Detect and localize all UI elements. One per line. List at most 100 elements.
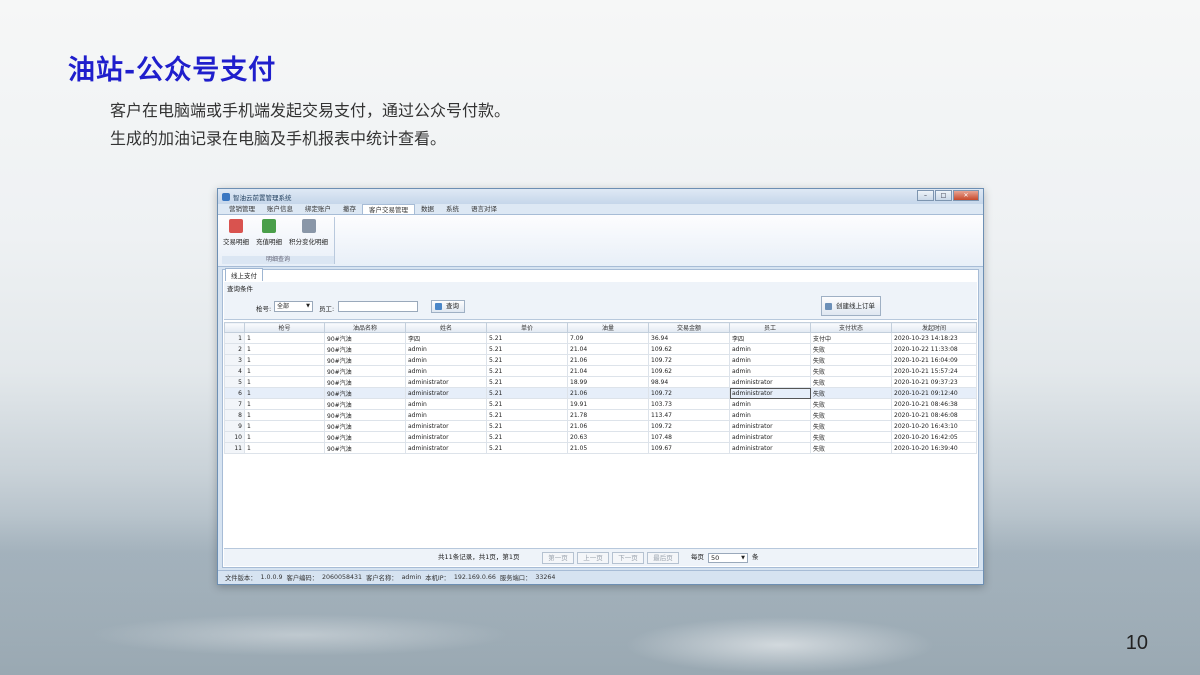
maximize-button[interactable]: □ xyxy=(935,190,952,201)
cell-amount[interactable]: 109.67 xyxy=(648,442,730,454)
cell-volume[interactable]: 19.91 xyxy=(567,398,649,410)
cell-status[interactable]: 失败 xyxy=(810,343,892,355)
cell-status[interactable]: 失败 xyxy=(810,398,892,410)
cell-gun[interactable]: 1 xyxy=(244,354,325,366)
transaction-detail-button[interactable]: 交易明细 xyxy=(223,219,249,246)
cell-time[interactable]: 2020-10-21 09:37:23 xyxy=(891,376,977,388)
recharge-detail-button[interactable]: 充值明细 xyxy=(256,219,282,246)
cell-oil[interactable]: 90#汽油 xyxy=(324,420,406,432)
column-header-status[interactable]: 支付状态 xyxy=(810,322,892,333)
cell-staff[interactable]: 李四 xyxy=(729,332,811,344)
cell-oil[interactable]: 90#汽油 xyxy=(324,409,406,421)
tab-bind-account[interactable]: 绑定账户 xyxy=(299,204,337,214)
cell-staff[interactable]: administrator xyxy=(729,442,811,454)
cell-amount[interactable]: 103.73 xyxy=(648,398,730,410)
row-number[interactable]: 9 xyxy=(224,420,245,432)
tab-marketing[interactable]: 营销管理 xyxy=(223,204,261,214)
row-number[interactable]: 3 xyxy=(224,354,245,366)
table-row[interactable]: 11 1 90#汽油 administrator 5.21 21.05 109.67 admi… xyxy=(224,442,977,454)
tab-system[interactable]: 系统 xyxy=(440,204,465,214)
row-number[interactable]: 6 xyxy=(224,387,245,399)
row-number[interactable]: 7 xyxy=(224,398,245,410)
tab-withdraw[interactable]: 撤存 xyxy=(337,204,362,214)
per-page-select[interactable]: 50 ▼ xyxy=(708,553,748,563)
cell-price[interactable]: 5.21 xyxy=(486,420,568,432)
cell-volume[interactable]: 21.04 xyxy=(567,365,649,377)
tab-language[interactable]: 语言对译 xyxy=(465,204,503,214)
next-page-button[interactable]: 下一页 xyxy=(612,552,644,564)
cell-staff[interactable]: admin xyxy=(729,354,811,366)
staff-input[interactable] xyxy=(338,301,418,312)
cell-staff[interactable]: admin xyxy=(729,365,811,377)
table-row[interactable]: 8 1 90#汽油 admin 5.21 21.78 113.47 admin 失败 2020-1… xyxy=(224,409,977,421)
cell-time[interactable]: 2020-10-21 16:04:09 xyxy=(891,354,977,366)
cell-time[interactable]: 2020-10-22 11:33:08 xyxy=(891,343,977,355)
points-detail-button[interactable]: 积分变化明细 xyxy=(289,219,328,246)
cell-name[interactable]: admin xyxy=(405,354,487,366)
create-online-order-button[interactable]: 创建线上订单 xyxy=(821,296,881,316)
title-bar[interactable]: 智油云前置管理系统 – □ ✕ xyxy=(218,189,983,204)
row-number[interactable]: 1 xyxy=(224,332,245,344)
cell-volume[interactable]: 21.06 xyxy=(567,420,649,432)
cell-oil[interactable]: 90#汽油 xyxy=(324,442,406,454)
cell-name[interactable]: admin xyxy=(405,398,487,410)
column-header-staff[interactable]: 员工 xyxy=(729,322,811,333)
table-row[interactable]: 5 1 90#汽油 administrator 5.21 18.99 98.94 admini… xyxy=(224,376,977,388)
cell-name[interactable]: administrator xyxy=(405,387,487,399)
gun-select[interactable]: 全部 ▼ xyxy=(274,301,313,312)
cell-oil[interactable]: 90#汽油 xyxy=(324,376,406,388)
cell-amount[interactable]: 109.62 xyxy=(648,343,730,355)
cell-time[interactable]: 2020-10-20 16:39:40 xyxy=(891,442,977,454)
cell-name[interactable]: administrator xyxy=(405,420,487,432)
cell-status[interactable]: 支付中 xyxy=(810,332,892,344)
table-row[interactable]: 3 1 90#汽油 admin 5.21 21.06 109.72 admin 失败 2020-1… xyxy=(224,354,977,366)
column-header-oil[interactable]: 油品名称 xyxy=(324,322,406,333)
table-row[interactable]: 9 1 90#汽油 administrator 5.21 21.06 109.72 admin… xyxy=(224,420,977,432)
cell-oil[interactable]: 90#汽油 xyxy=(324,343,406,355)
table-row[interactable]: 4 1 90#汽油 admin 5.21 21.04 109.62 admin 失败 2020-1… xyxy=(224,365,977,377)
cell-staff[interactable]: administrator xyxy=(729,387,811,399)
cell-oil[interactable]: 90#汽油 xyxy=(324,398,406,410)
cell-gun[interactable]: 1 xyxy=(244,398,325,410)
cell-name[interactable]: admin xyxy=(405,409,487,421)
cell-volume[interactable]: 21.06 xyxy=(567,354,649,366)
cell-volume[interactable]: 20.63 xyxy=(567,431,649,443)
cell-amount[interactable]: 109.72 xyxy=(648,420,730,432)
cell-oil[interactable]: 90#汽油 xyxy=(324,365,406,377)
cell-name[interactable]: administrator xyxy=(405,442,487,454)
cell-time[interactable]: 2020-10-21 08:46:08 xyxy=(891,409,977,421)
close-button[interactable]: ✕ xyxy=(953,190,979,201)
cell-name[interactable]: admin xyxy=(405,343,487,355)
cell-volume[interactable]: 21.06 xyxy=(567,387,649,399)
cell-time[interactable]: 2020-10-23 14:18:23 xyxy=(891,332,977,344)
cell-amount[interactable]: 113.47 xyxy=(648,409,730,421)
cell-gun[interactable]: 1 xyxy=(244,376,325,388)
cell-staff[interactable]: admin xyxy=(729,343,811,355)
table-row[interactable]: 6 1 90#汽油 administrator 5.21 21.06 109.72 admin… xyxy=(224,387,977,399)
doc-tab-online-payment[interactable]: 线上支付 xyxy=(225,268,263,281)
column-header-gun[interactable]: 枪号 xyxy=(244,322,325,333)
cell-price[interactable]: 5.21 xyxy=(486,387,568,399)
table-row[interactable]: 2 1 90#汽油 admin 5.21 21.04 109.62 admin 失败 2020-1… xyxy=(224,343,977,355)
cell-gun[interactable]: 1 xyxy=(244,332,325,344)
cell-price[interactable]: 5.21 xyxy=(486,365,568,377)
column-header-volume[interactable]: 油量 xyxy=(567,322,649,333)
cell-volume[interactable]: 7.09 xyxy=(567,332,649,344)
cell-oil[interactable]: 90#汽油 xyxy=(324,431,406,443)
cell-gun[interactable]: 1 xyxy=(244,387,325,399)
cell-price[interactable]: 5.21 xyxy=(486,431,568,443)
cell-oil[interactable]: 90#汽油 xyxy=(324,354,406,366)
cell-price[interactable]: 5.21 xyxy=(486,343,568,355)
cell-gun[interactable]: 1 xyxy=(244,420,325,432)
column-header-amount[interactable]: 交易金额 xyxy=(648,322,730,333)
cell-status[interactable]: 失败 xyxy=(810,365,892,377)
column-header-time[interactable]: 发起时间 xyxy=(891,322,977,333)
cell-amount[interactable]: 109.72 xyxy=(648,354,730,366)
cell-volume[interactable]: 18.99 xyxy=(567,376,649,388)
cell-time[interactable]: 2020-10-21 15:57:24 xyxy=(891,365,977,377)
table-row[interactable]: 10 1 90#汽油 administrator 5.21 20.63 107.48 admi… xyxy=(224,431,977,443)
row-number[interactable]: 11 xyxy=(224,442,245,454)
table-row[interactable]: 1 1 90#汽油 李四 5.21 7.09 36.94 李四 支付中 2020-10-23 14… xyxy=(224,332,977,344)
tab-account-info[interactable]: 账户信息 xyxy=(261,204,299,214)
cell-name[interactable]: administrator xyxy=(405,376,487,388)
